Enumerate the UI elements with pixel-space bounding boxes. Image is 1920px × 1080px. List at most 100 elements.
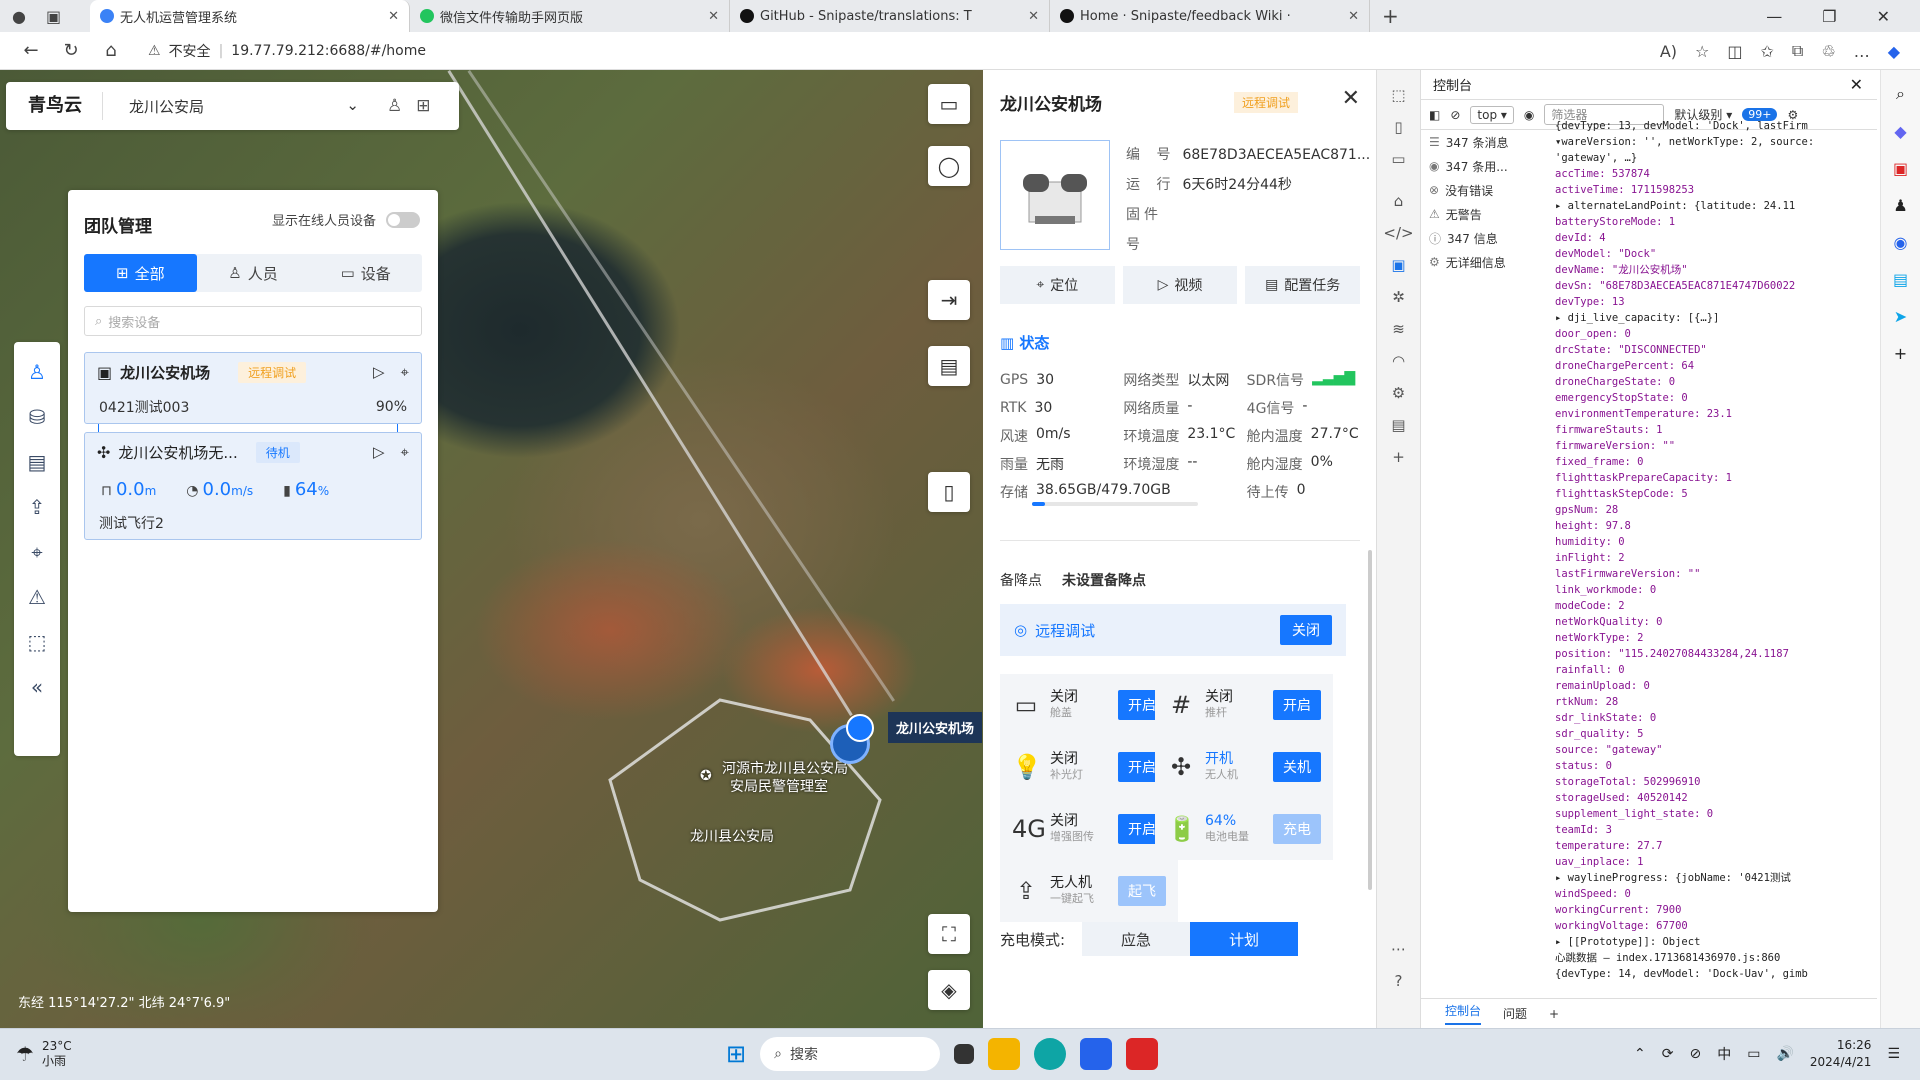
performance-icon[interactable]: ◠	[1392, 352, 1405, 370]
control-action-button[interactable]: 充电	[1273, 814, 1321, 844]
more-icon[interactable]: ⋯	[1391, 940, 1406, 958]
close-icon[interactable]: ✕	[1850, 75, 1863, 94]
grid-icon[interactable]: ⊞	[416, 96, 430, 116]
minimize-icon[interactable]: —	[1766, 7, 1782, 26]
favorites-icon[interactable]: ✩	[1761, 42, 1774, 61]
copilot-icon[interactable]: ◆	[1888, 42, 1900, 61]
application-icon[interactable]: ▤	[1391, 416, 1405, 434]
elements-icon[interactable]: </>	[1383, 224, 1413, 242]
profile-icon[interactable]: ●	[12, 7, 26, 26]
detail-scrollbar[interactable]	[1368, 550, 1372, 890]
locate-icon[interactable]: ⌖	[401, 363, 409, 381]
more-tools-icon[interactable]: +	[1392, 448, 1405, 466]
add-app-icon[interactable]: +	[1894, 344, 1907, 363]
speaker-icon[interactable]: 🔊	[1776, 1046, 1793, 1062]
more-icon[interactable]: …	[1854, 42, 1870, 61]
clock[interactable]: 16:26 2024/4/21	[1810, 1037, 1872, 1071]
tab-actions-icon[interactable]: ▣	[46, 7, 61, 26]
monitor-button[interactable]: ▤	[928, 346, 970, 386]
close-window-icon[interactable]: ✕	[1877, 7, 1890, 26]
browser-tab-2[interactable]: 微信文件传输助手网页版 ✕	[410, 0, 730, 32]
back-icon[interactable]: ←	[18, 40, 44, 61]
split-screen-icon[interactable]: ◫	[1727, 42, 1742, 61]
config-task-button[interactable]: ▤ 配置任务	[1245, 266, 1361, 304]
tab-people[interactable]: ♙ 人员	[197, 254, 310, 292]
nav-map-pin-icon[interactable]: ⌖	[31, 540, 42, 564]
notification-icon[interactable]: ☰	[1887, 1046, 1900, 1062]
sources-icon[interactable]: ✲	[1392, 288, 1405, 306]
store-icon[interactable]	[1080, 1038, 1113, 1070]
console-sidebar-item[interactable]: ⚠ 无警告	[1421, 202, 1549, 226]
play-icon[interactable]: ▷	[373, 363, 385, 381]
locate-icon[interactable]: ⌖	[401, 443, 409, 461]
eye-icon[interactable]: ◉	[1524, 108, 1534, 122]
drone-marker[interactable]	[846, 714, 874, 742]
home-icon[interactable]: ⌂	[98, 40, 124, 61]
display-icon[interactable]: ▭	[1747, 1046, 1760, 1062]
task-view-icon[interactable]	[954, 1044, 975, 1064]
video-button[interactable]: ▷ 视频	[1122, 266, 1238, 304]
network-off-icon[interactable]: ⊘	[1690, 1046, 1702, 1062]
charge-mode-plan[interactable]: 计划	[1190, 922, 1298, 956]
network-icon[interactable]: ≋	[1392, 320, 1405, 338]
tab-close-icon[interactable]: ✕	[1028, 9, 1039, 24]
edge-icon[interactable]	[1034, 1038, 1067, 1070]
device-button[interactable]: ▯	[928, 472, 970, 512]
ime-indicator[interactable]: 中	[1717, 1044, 1731, 1064]
device-card-drone[interactable]: ✣ 龙川公安机场无... 待机 ▷ ⌖ ⊓ 0.0m ◔ 0.0m/s ▮ 64% 测…	[84, 432, 422, 540]
console-sidebar-item[interactable]: ⚙ 无详细信息	[1421, 250, 1549, 274]
console-sidebar-item[interactable]: ⊗ 没有错误	[1421, 178, 1549, 202]
copilot-app-icon[interactable]: ◉	[1894, 233, 1908, 252]
inspect-icon[interactable]: ⬚	[1391, 86, 1405, 104]
favorite-star-icon[interactable]: ☆	[1695, 42, 1709, 61]
sync-icon[interactable]: ⟳	[1662, 1046, 1674, 1062]
clear-console-icon[interactable]: ⊘	[1450, 108, 1460, 122]
device-card-dock[interactable]: ▣ 龙川公安机场 远程调试 ▷ ⌖ 0421测试003 90%	[84, 352, 422, 424]
drawer-tab-issues[interactable]: 问题	[1503, 1005, 1527, 1022]
search-icon[interactable]: ⌕	[1896, 84, 1905, 104]
org-selector[interactable]: 龙川公安局 ⌄	[103, 96, 373, 117]
online-toggle[interactable]	[386, 211, 420, 228]
control-action-button[interactable]: 起飞	[1118, 876, 1166, 906]
tools-icon[interactable]: ▣	[1893, 159, 1908, 178]
control-action-button[interactable]: 关机	[1273, 752, 1321, 782]
user-button[interactable]: ◯	[928, 146, 970, 186]
weather-widget[interactable]: ☂ 23°C 小雨	[16, 1039, 72, 1069]
url-box[interactable]: ⚠ 不安全 | 19.77.79.212:6688/#/home	[148, 41, 426, 61]
dock-toggle-button[interactable]: ▭	[928, 84, 970, 124]
outlook-icon[interactable]: ▤	[1893, 270, 1908, 289]
browser-tab-4[interactable]: Home · Snipaste/feedback Wiki · ✕	[1050, 0, 1370, 32]
restore-icon[interactable]: ❐	[1822, 7, 1836, 26]
chevron-up-icon[interactable]: ⌃	[1634, 1046, 1646, 1062]
add-drawer-tab-icon[interactable]: +	[1549, 1007, 1559, 1021]
console-sidebar-item[interactable]: ◉ 347 条用...	[1421, 154, 1549, 178]
reload-icon[interactable]: ↻	[58, 40, 84, 61]
fullscreen-button[interactable]: ⛶	[928, 914, 970, 954]
nav-area-icon[interactable]: ⬚	[28, 630, 47, 654]
exit-button[interactable]: ⇥	[928, 280, 970, 320]
nav-collapse-icon[interactable]: «	[31, 675, 43, 699]
charge-mode-emergency[interactable]: 应急	[1082, 922, 1190, 956]
tab-close-icon[interactable]: ✕	[1348, 9, 1359, 24]
layers-button[interactable]: ◈	[928, 970, 970, 1010]
context-selector[interactable]: top ▾	[1470, 105, 1514, 124]
settings-icon[interactable]: ⚙	[1392, 384, 1405, 402]
dock-icon[interactable]: ▭	[1391, 150, 1405, 168]
app-icon[interactable]	[1126, 1038, 1159, 1070]
browser-tab-1[interactable]: 无人机运营管理系统 ✕	[90, 0, 410, 32]
file-explorer-icon[interactable]	[988, 1038, 1021, 1070]
collections-icon[interactable]: ⧉	[1792, 41, 1803, 61]
sidebar-toggle-icon[interactable]: ◧	[1429, 108, 1440, 122]
new-tab-button[interactable]: +	[1382, 4, 1399, 28]
console-sidebar-item[interactable]: ⓘ 347 信息	[1421, 226, 1549, 250]
device-search-input[interactable]: ⌕ 搜索设备	[84, 306, 422, 336]
send-icon[interactable]: ➤	[1894, 307, 1907, 326]
games-icon[interactable]: ♟	[1893, 196, 1907, 215]
browser-tab-3[interactable]: GitHub - Snipaste/translations: T ✕	[730, 0, 1050, 32]
users-icon[interactable]: ♙	[387, 96, 402, 116]
read-aloud-icon[interactable]: A)	[1660, 42, 1677, 61]
help-icon[interactable]: ?	[1395, 972, 1403, 990]
control-action-button[interactable]: 开启	[1273, 690, 1321, 720]
tab-close-icon[interactable]: ✕	[708, 9, 719, 24]
locate-button[interactable]: ⌖ 定位	[1000, 266, 1115, 304]
